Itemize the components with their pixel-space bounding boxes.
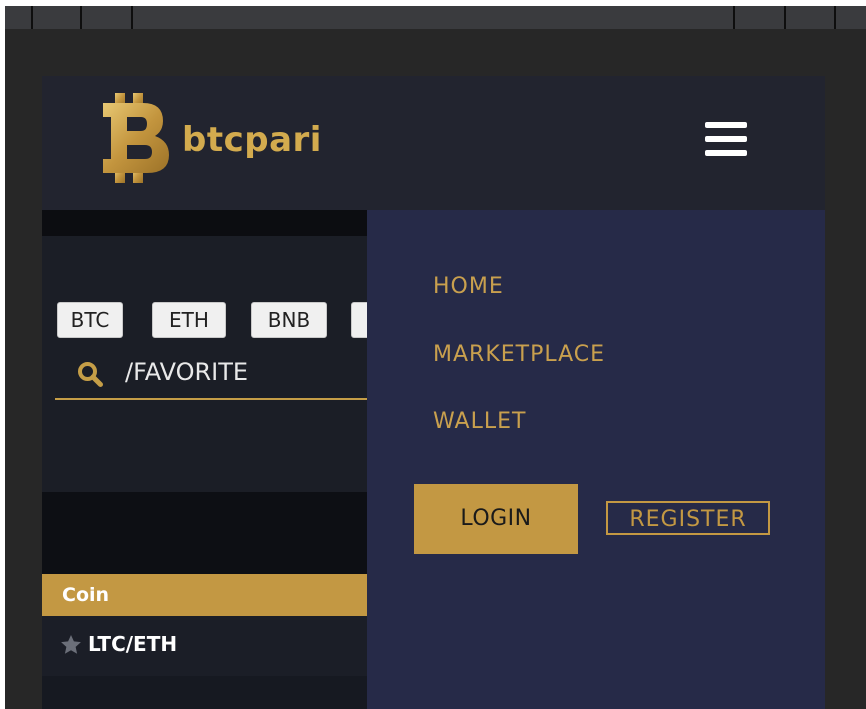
hamburger-icon[interactable] (705, 122, 747, 156)
toolbar-divider (834, 6, 836, 29)
toolbar-divider (784, 6, 786, 29)
search-bar[interactable]: /FAVORITE (55, 350, 367, 400)
search-icon (78, 362, 103, 387)
panel-spacer (42, 492, 367, 574)
nav-item-wallet[interactable]: WALLET (433, 409, 526, 434)
pair-label: LTC/ETH (88, 632, 178, 656)
browser-toolbar (5, 6, 866, 29)
column-header-label: Coin (62, 584, 110, 606)
toolbar-divider (131, 6, 133, 29)
nav-item-marketplace[interactable]: MARKETPLACE (433, 342, 605, 367)
table-row[interactable]: LTC/ETH (42, 616, 367, 676)
bitcoin-logo-icon[interactable] (97, 93, 177, 183)
site-header: btcpari (42, 76, 825, 210)
star-icon[interactable] (61, 635, 81, 654)
column-header-coin[interactable]: Coin (42, 574, 367, 616)
brand-name[interactable]: btcpari (182, 120, 322, 160)
market-panel: BTC ETH BNB /FAVORITE Coin LTC/ETH (42, 210, 383, 709)
nav-item-home[interactable]: HOME (433, 274, 504, 299)
browser-frame: btcpari BTC ETH BNB /FAVORITE Coin LTC/E… (5, 6, 866, 709)
toolbar-divider (733, 6, 735, 29)
market-tab-btc[interactable]: BTC (57, 302, 123, 338)
toolbar-divider (80, 6, 82, 29)
toolbar-divider (31, 6, 33, 29)
mobile-viewport: btcpari BTC ETH BNB /FAVORITE Coin LTC/E… (42, 76, 825, 709)
login-button[interactable]: LOGIN (414, 484, 578, 554)
market-tab-bnb[interactable]: BNB (251, 302, 327, 338)
panel-divider (42, 210, 367, 236)
search-input[interactable]: /FAVORITE (125, 358, 248, 386)
market-tab-eth[interactable]: ETH (152, 302, 226, 338)
nav-menu-overlay: HOME MARKETPLACE WALLET LOGIN REGISTER (367, 210, 825, 709)
register-button[interactable]: REGISTER (606, 501, 770, 535)
